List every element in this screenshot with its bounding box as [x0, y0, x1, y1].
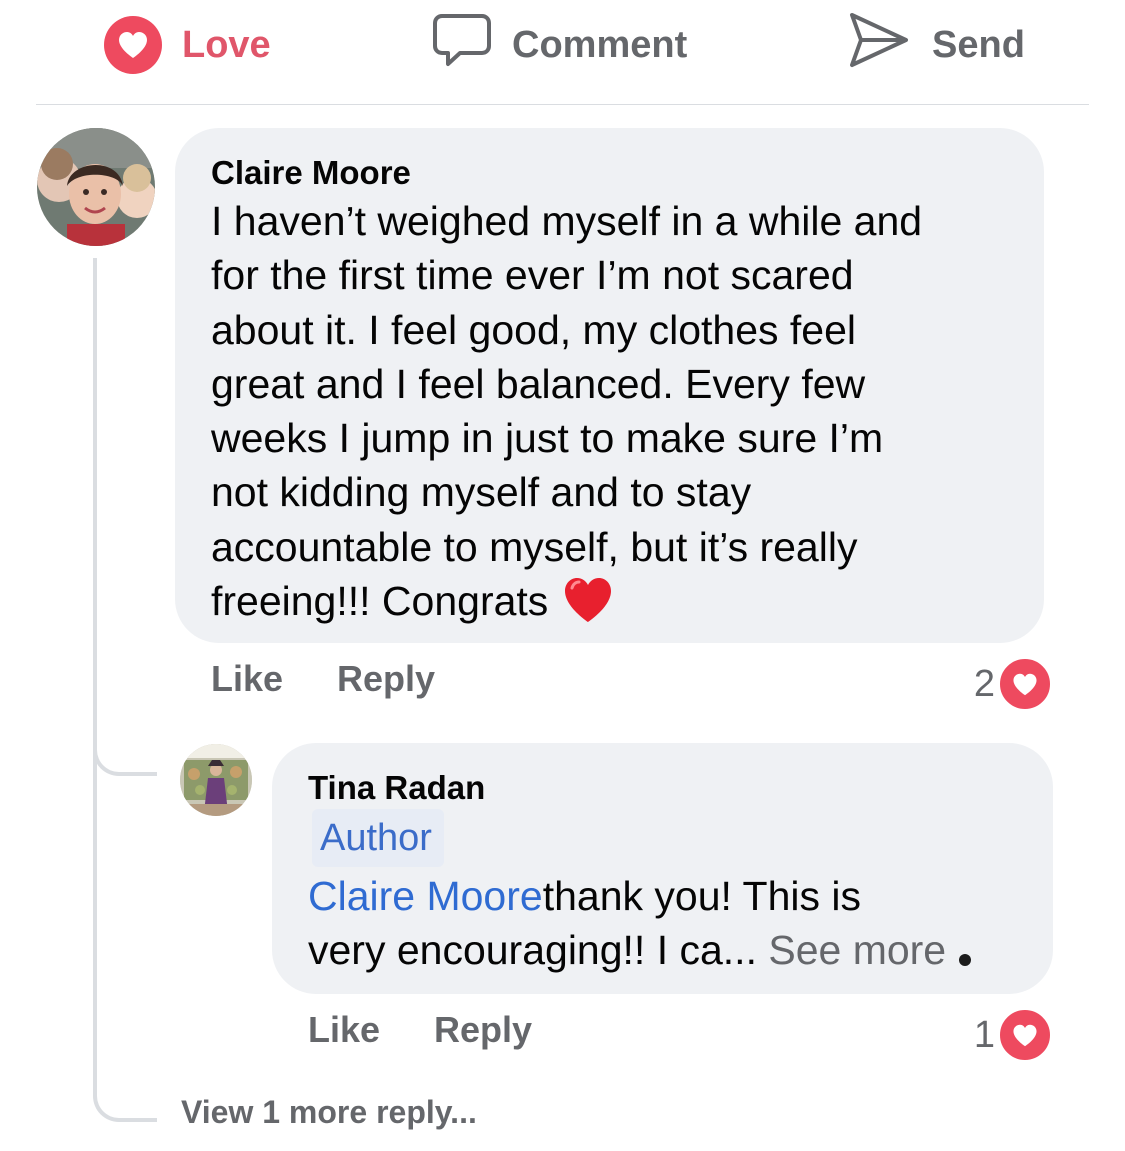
comment-body: I haven’t weighed myself in a while and … [211, 198, 923, 625]
red-heart-emoji-icon [562, 576, 614, 637]
reaction-count: 2 [973, 662, 995, 705]
comment-label: Comment [512, 23, 688, 66]
reply-text-line1: thank you! This is [542, 873, 861, 919]
reply-bubble: Tina Radan Author Claire Moorethank you!… [272, 743, 1053, 994]
reaction-summary[interactable]: 2 [974, 656, 1053, 712]
comment-author-name[interactable]: Claire Moore [211, 154, 411, 192]
more-replies-thread-line [93, 258, 157, 1122]
view-more-replies-link[interactable]: View 1 more reply... [181, 1094, 477, 1131]
avatar[interactable] [180, 744, 252, 816]
reply-button[interactable]: Reply [434, 1009, 532, 1051]
reply-author-name[interactable]: Tina Radan [308, 769, 485, 807]
speech-bubble-icon [432, 10, 492, 80]
send-button[interactable]: Send [848, 13, 1025, 76]
reaction-summary[interactable]: 1 [974, 1007, 1053, 1063]
comment-button[interactable]: Comment [432, 14, 687, 76]
love-label: Love [182, 23, 271, 66]
heart-icon [104, 16, 162, 74]
author-badge: Author [312, 809, 444, 867]
like-button[interactable]: Like [211, 658, 283, 700]
reply-button[interactable]: Reply [337, 658, 435, 700]
paper-plane-icon [848, 10, 910, 80]
see-more-link[interactable]: See more [768, 927, 946, 973]
touch-cursor-dot [959, 954, 971, 966]
reply-text-line2: very encouraging!! I ca... [308, 927, 769, 974]
love-button[interactable]: Love [104, 14, 271, 76]
comment-text: I haven’t weighed myself in a while and … [211, 194, 1031, 637]
like-button[interactable]: Like [308, 1009, 380, 1051]
comment-bubble: Claire Moore I haven’t weighed myself in… [175, 128, 1044, 643]
love-reaction-icon [997, 1007, 1053, 1063]
love-reaction-icon [997, 656, 1053, 712]
mention-link[interactable]: Claire Moore [308, 873, 543, 919]
avatar[interactable] [37, 128, 155, 246]
reply-text: Claire Moorethank you! This is very encou… [308, 869, 1048, 978]
comment-actions: Like Reply 2 [211, 656, 1061, 712]
reaction-count: 1 [973, 1013, 995, 1056]
post-action-bar: Love Comment Send [36, 0, 1089, 105]
send-label: Send [932, 23, 1025, 66]
reply-actions: Like Reply 1 [308, 1007, 1061, 1063]
